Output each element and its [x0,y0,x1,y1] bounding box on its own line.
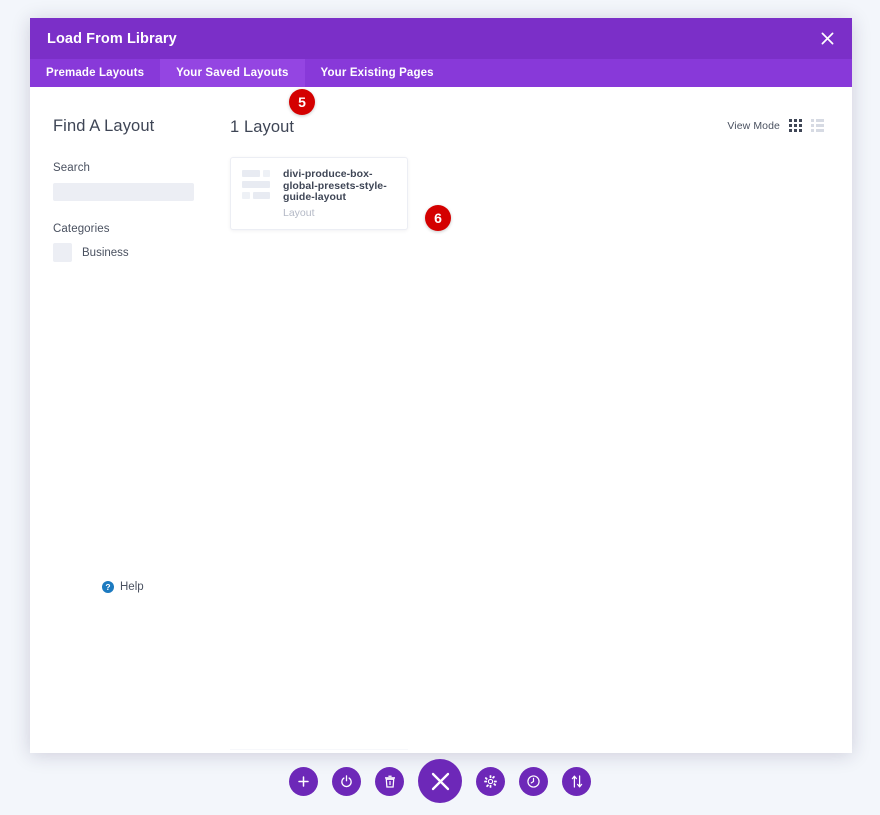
skeleton-row [242,170,273,177]
gear-icon [484,774,497,788]
category-label: Business [82,246,129,259]
reorder-button[interactable] [562,766,591,796]
modal-header: Load From Library [30,18,852,59]
view-mode-label: View Mode [727,119,780,132]
annotation-badge-6: 6 [425,205,451,231]
skeleton-row [242,192,273,199]
close-icon [821,32,833,45]
history-button[interactable] [519,766,548,796]
help-label: Help [120,581,144,593]
layout-name: divi-produce-box-global-presets-style-gu… [283,168,387,203]
sidebar: Find A Layout Search Categories Business… [30,87,230,753]
skeleton-bar [253,192,270,199]
layout-count-title: 1 Layout [230,118,295,136]
updown-arrows-icon [571,774,582,788]
power-icon [341,774,352,787]
view-mode-switcher: View Mode [727,117,824,132]
skeleton-row [242,181,273,188]
skeleton-bar [242,192,250,199]
modal-body: Find A Layout Search Categories Business… [30,87,852,753]
layout-type: Layout [283,206,315,219]
clock-icon [527,774,540,788]
close-icon [431,772,449,790]
layout-thumbnail-placeholder [242,168,273,203]
grid-view-icon[interactable] [789,119,802,132]
category-item-business[interactable]: Business [53,243,230,262]
category-checkbox[interactable] [53,243,72,262]
modal-close-button[interactable] [816,28,838,50]
annotation-badge-5: 5 [289,89,315,115]
svg-text:?: ? [105,582,110,592]
search-label: Search [53,162,91,174]
load-from-library-modal: Load From Library Premade Layouts Your S… [30,18,852,753]
modal-tabbar: Premade Layouts Your Saved Layouts Your … [30,59,852,87]
content-header: 1 Layout View Mode [230,117,824,137]
layout-card[interactable]: divi-produce-box-global-presets-style-gu… [230,157,408,230]
clear-layout-button[interactable] [375,766,404,796]
help-link[interactable]: ? Help [102,581,144,593]
question-mark-icon: ? [102,581,114,593]
tab-your-existing-pages[interactable]: Your Existing Pages [305,59,450,87]
skeleton-bar [242,170,260,177]
settings-button[interactable] [476,766,505,796]
plus-icon [298,775,309,787]
categories-label: Categories [53,223,110,235]
trash-icon [384,775,395,788]
sidebar-title: Find A Layout [53,117,155,135]
content-divider [230,749,408,750]
skeleton-bar [242,181,270,188]
builder-toolbar [0,759,880,803]
list-view-icon[interactable] [811,119,824,132]
content-area: 1 Layout View Mode divi-produce-box-glob… [230,87,852,753]
add-section-button[interactable] [289,766,318,796]
tab-your-saved-layouts[interactable]: Your Saved Layouts [160,59,305,87]
page-settings-button[interactable] [332,766,361,796]
layout-card-text: divi-produce-box-global-presets-style-gu… [283,168,401,219]
close-builder-button[interactable] [418,759,462,803]
search-input[interactable] [53,183,194,201]
modal-title: Load From Library [47,30,177,47]
tab-premade-layouts[interactable]: Premade Layouts [30,59,160,87]
skeleton-bar [263,170,270,177]
